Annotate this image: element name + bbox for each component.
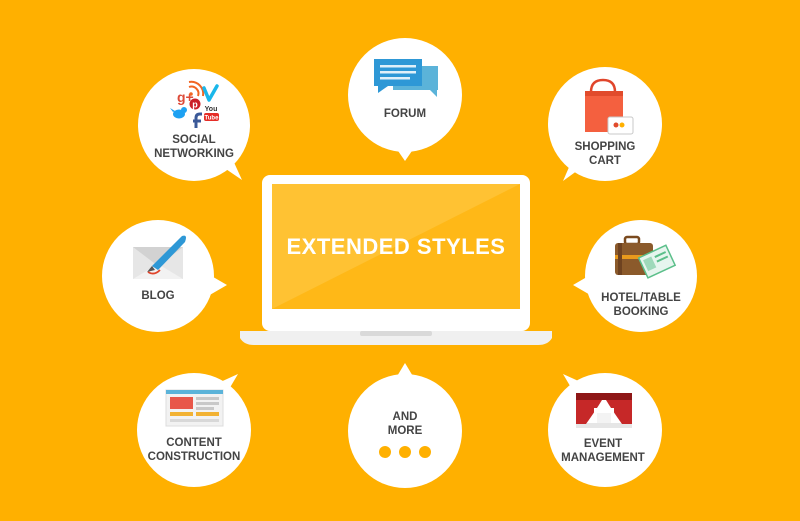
social-label-line1: SOCIAL xyxy=(172,134,215,146)
blog-label: BLOG xyxy=(141,290,174,302)
social-label-line2: NETWORKING xyxy=(154,148,234,160)
content-label-line2: CONSTRUCTION xyxy=(148,451,241,463)
content-label-line1: CONTENT xyxy=(166,437,222,449)
node-event-management: EVENT MANAGEMENT xyxy=(548,373,662,487)
svg-text:You: You xyxy=(205,106,218,113)
youtube-icon: You Tube xyxy=(204,106,219,122)
node-content-construction: CONTENT CONSTRUCTION xyxy=(137,373,251,487)
diagram-svg: EXTENDED STYLES g+ p You Tube SOCIAL NET… xyxy=(102,38,697,488)
event-label-line1: EVENT xyxy=(584,438,622,450)
node-blog: BLOG xyxy=(102,220,227,332)
laptop: EXTENDED STYLES xyxy=(240,175,552,345)
laptop-notch xyxy=(360,331,432,336)
bubble xyxy=(138,69,250,181)
event-label-line2: MANAGEMENT xyxy=(561,452,645,464)
node-and-more: AND MORE xyxy=(348,363,462,488)
svg-text:p: p xyxy=(192,100,198,110)
bubble xyxy=(348,38,462,152)
bubble xyxy=(548,373,662,487)
more-label-line1: AND xyxy=(393,411,418,423)
diagram-canvas: EXTENDED STYLES g+ p You Tube SOCIAL NET… xyxy=(0,0,800,521)
hotel-label-line1: HOTEL/TABLE xyxy=(601,292,681,304)
svg-text:Tube: Tube xyxy=(205,116,220,122)
shopping-label-line1: SHOPPING xyxy=(575,141,636,153)
pinterest-icon: p xyxy=(189,98,201,110)
webpage-layout-icon xyxy=(165,389,224,427)
shopping-label-line2: CART xyxy=(589,155,621,167)
more-label-line2: MORE xyxy=(388,425,423,437)
theater-curtain-icon xyxy=(576,393,632,428)
node-shopping-cart: SHOPPING CART xyxy=(548,67,662,181)
center-title: EXTENDED STYLES xyxy=(287,234,506,259)
ellipsis-dots-icon xyxy=(379,446,431,458)
hotel-label-line2: BOOKING xyxy=(614,306,669,318)
node-forum: FORUM xyxy=(348,38,462,161)
forum-label: FORUM xyxy=(384,108,426,120)
node-hotel-table-booking: HOTEL/TABLE BOOKING xyxy=(573,220,697,332)
node-social-networking: g+ p You Tube SOCIAL NETWORKING xyxy=(138,69,250,181)
